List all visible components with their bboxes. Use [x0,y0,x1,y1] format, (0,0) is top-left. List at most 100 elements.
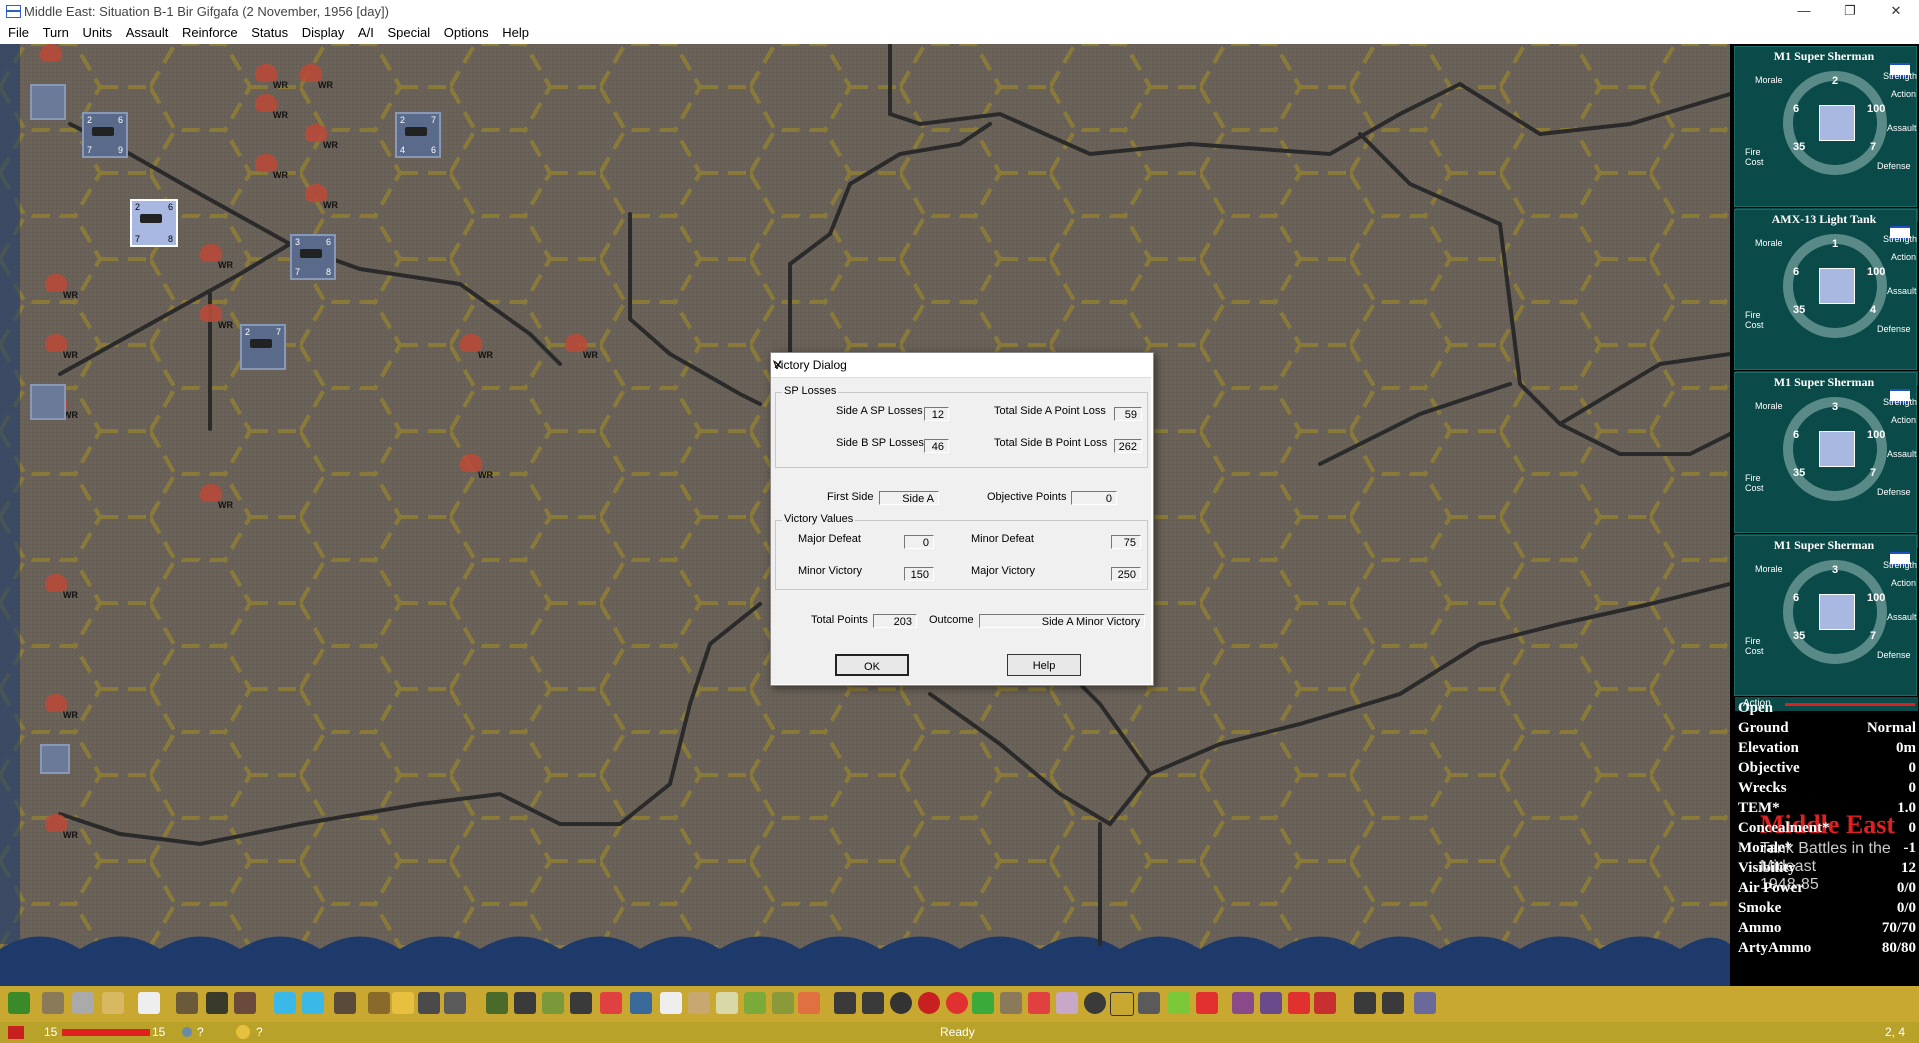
map-icon[interactable] [102,992,124,1014]
artillery-icon[interactable] [1354,992,1376,1014]
minimize-button[interactable]: — [1781,0,1827,22]
vehicle-icon[interactable] [334,992,356,1014]
hex-outline-icon[interactable] [716,992,738,1014]
wreck-marker [40,44,62,64]
unit-list-icon[interactable] [418,992,440,1014]
hq-icon[interactable] [1110,992,1134,1016]
menu-special[interactable]: Special [388,22,431,40]
toolbar [0,986,1919,1022]
close-window-button[interactable]: ✕ [1873,0,1919,22]
move-up-icon[interactable] [274,992,296,1014]
binoculars-icon[interactable] [514,992,536,1014]
wreck-marker: WR [45,574,78,600]
wreck-marker: WR [300,64,333,90]
pen-icon[interactable] [744,992,766,1014]
window-icon[interactable] [1260,992,1282,1014]
helmet-icon[interactable] [1084,992,1106,1014]
tank-unit[interactable]: 27 46 [395,112,441,158]
status-text: Ready [940,1025,975,1039]
tank-icon [92,127,114,136]
halftrack-unit[interactable]: 27 [240,324,286,370]
grenade-icon[interactable] [234,992,256,1014]
terrain-row: Open [1738,700,1774,716]
tank-unit[interactable]: 36 78 [290,234,336,280]
plane-icon[interactable] [834,992,856,1014]
leader-unit-counter[interactable] [30,384,66,420]
menu-reinforce[interactable]: Reinforce [182,22,238,40]
menu-turn[interactable]: Turn [43,22,69,40]
menu-units[interactable]: Units [82,22,112,40]
menu-status[interactable]: Status [251,22,288,40]
glasses-icon[interactable] [1056,992,1078,1014]
f-icon[interactable] [946,992,968,1014]
burst-icon[interactable] [1000,992,1022,1014]
terrain-row: Wrecks 0 [1738,780,1916,796]
terrain-row: Concealment* 0 [1738,820,1916,836]
stairs-icon[interactable] [1138,992,1160,1014]
arrow-icon[interactable] [1168,992,1190,1014]
menu-options[interactable]: Options [444,22,489,40]
menu-help[interactable]: Help [502,22,529,40]
dialog-close-icon[interactable]: ✕ [773,358,1143,372]
red-square-icon[interactable] [1288,992,1310,1014]
tank-toolbar-icon[interactable] [630,992,652,1014]
menu-display[interactable]: Display [302,22,345,40]
terrain-toggle-icon[interactable] [542,992,564,1014]
wreck-marker: WR [255,64,288,90]
unit-counter-icon [1819,594,1855,630]
d-icon[interactable] [918,992,940,1014]
swap-icon[interactable] [972,992,994,1014]
sixty-icon[interactable] [688,992,710,1014]
leader-unit-counter[interactable] [40,744,70,774]
turn-left: 15 [44,1025,58,1039]
terrain-row: Ground Normal [1738,720,1916,736]
page-icon[interactable] [138,992,160,1014]
rifle-icon[interactable] [176,992,198,1014]
wreck-marker: WR [45,814,78,840]
help-button[interactable]: Help [1007,654,1081,676]
cancel-icon[interactable] [1196,992,1218,1014]
unit-card[interactable]: M1 Super Sherman Morale Strength Action … [1734,535,1918,711]
move-down-icon[interactable] [302,992,324,1014]
terrain-row: TEM* 1.0 [1738,800,1916,816]
menu-ai[interactable]: A/I [358,22,374,40]
wreck-marker: WR [460,334,493,360]
wreck-marker: WR [200,484,233,510]
bottle-icon[interactable] [1028,992,1050,1014]
menu-file[interactable]: File [8,22,29,40]
jet-icon[interactable] [862,992,884,1014]
gun-icon[interactable] [1382,992,1404,1014]
box-icon[interactable] [772,992,794,1014]
minus-icon[interactable] [600,992,622,1014]
turn-progress-bar [62,1029,150,1036]
unit-card[interactable]: M1 Super Sherman Morale Strength Action … [1734,372,1918,548]
selected-tank-unit[interactable]: 26 78 [130,199,178,247]
wreck-marker: WR [45,334,78,360]
next-unit-icon[interactable] [8,992,30,1014]
tank-unit[interactable]: 26 79 [82,112,128,158]
leader-unit-counter[interactable] [30,84,66,120]
flag-toolbar-icon[interactable] [798,992,820,1014]
target-icon[interactable] [890,992,912,1014]
help-query-icon[interactable] [660,992,682,1014]
cursor-icon[interactable] [444,992,466,1014]
grid-icon[interactable] [570,992,592,1014]
unit-card[interactable]: M1 Super Sherman Morale Strength Action … [1734,46,1918,222]
star-icon[interactable] [392,992,414,1014]
menu-assault[interactable]: Assault [126,22,169,40]
card-icon[interactable] [1314,992,1336,1014]
hourglass-icon[interactable] [1414,992,1436,1014]
soldier-icon[interactable] [206,992,228,1014]
unit-name: AMX-13 Light Tank [1771,212,1877,226]
explosion-icon[interactable] [368,992,390,1014]
wreck-marker: WR [255,94,288,120]
dice-icon[interactable] [72,992,94,1014]
board-icon[interactable] [1232,992,1254,1014]
turn-icon[interactable] [486,992,508,1014]
ok-button[interactable]: OK [835,654,909,676]
unit-card[interactable]: AMX-13 Light Tank Morale Strength Action… [1734,209,1918,385]
terrain-row: Visibility 12 [1738,860,1916,876]
ammo-icon[interactable] [42,992,64,1014]
maximize-button[interactable]: ❐ [1827,0,1873,22]
sun-icon [236,1025,250,1039]
